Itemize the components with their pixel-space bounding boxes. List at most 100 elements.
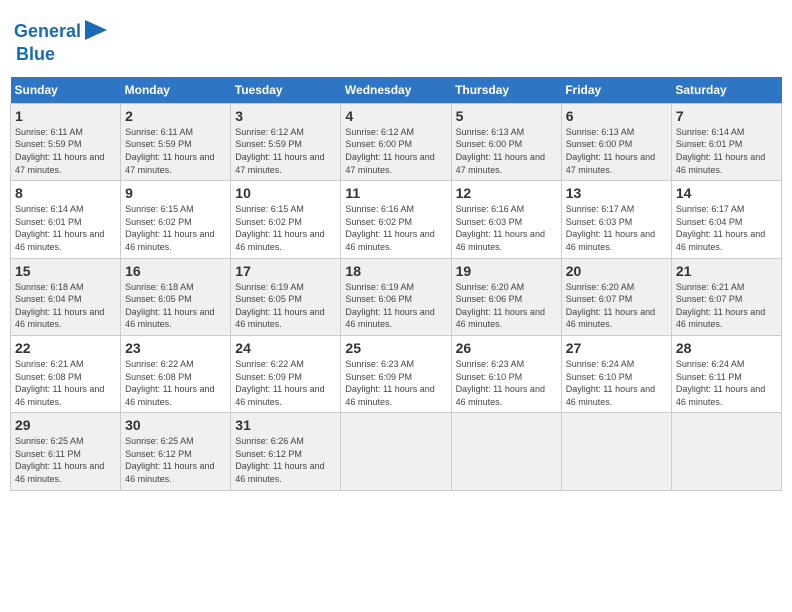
day-number: 16 [125,263,226,279]
day-number: 28 [676,340,777,356]
day-info: Sunrise: 6:17 AMSunset: 6:04 PMDaylight:… [676,203,777,253]
calendar-cell: 20 Sunrise: 6:20 AMSunset: 6:07 PMDaylig… [561,258,671,335]
day-number: 15 [15,263,116,279]
day-info: Sunrise: 6:21 AMSunset: 6:07 PMDaylight:… [676,281,777,331]
day-number: 26 [456,340,557,356]
day-info: Sunrise: 6:17 AMSunset: 6:03 PMDaylight:… [566,203,667,253]
calendar-cell: 27 Sunrise: 6:24 AMSunset: 6:10 PMDaylig… [561,335,671,412]
day-number: 12 [456,185,557,201]
day-info: Sunrise: 6:13 AMSunset: 6:00 PMDaylight:… [456,126,557,176]
day-number: 10 [235,185,336,201]
weekday-header: Wednesday [341,77,451,104]
calendar-cell: 24 Sunrise: 6:22 AMSunset: 6:09 PMDaylig… [231,335,341,412]
day-info: Sunrise: 6:14 AMSunset: 6:01 PMDaylight:… [15,203,116,253]
calendar-cell: 2 Sunrise: 6:11 AMSunset: 5:59 PMDayligh… [121,103,231,180]
day-number: 9 [125,185,226,201]
day-number: 30 [125,417,226,433]
day-number: 21 [676,263,777,279]
calendar-cell: 19 Sunrise: 6:20 AMSunset: 6:06 PMDaylig… [451,258,561,335]
calendar-week-row: 8 Sunrise: 6:14 AMSunset: 6:01 PMDayligh… [11,181,782,258]
day-info: Sunrise: 6:12 AMSunset: 5:59 PMDaylight:… [235,126,336,176]
calendar-cell: 1 Sunrise: 6:11 AMSunset: 5:59 PMDayligh… [11,103,121,180]
calendar-cell: 13 Sunrise: 6:17 AMSunset: 6:03 PMDaylig… [561,181,671,258]
day-number: 1 [15,108,116,124]
day-number: 13 [566,185,667,201]
day-number: 14 [676,185,777,201]
weekday-header: Tuesday [231,77,341,104]
day-info: Sunrise: 6:25 AMSunset: 6:11 PMDaylight:… [15,435,116,485]
calendar-cell: 21 Sunrise: 6:21 AMSunset: 6:07 PMDaylig… [671,258,781,335]
calendar-cell: 5 Sunrise: 6:13 AMSunset: 6:00 PMDayligh… [451,103,561,180]
calendar-cell: 16 Sunrise: 6:18 AMSunset: 6:05 PMDaylig… [121,258,231,335]
day-number: 29 [15,417,116,433]
day-number: 27 [566,340,667,356]
day-number: 18 [345,263,446,279]
calendar-cell: 31 Sunrise: 6:26 AMSunset: 6:12 PMDaylig… [231,413,341,490]
calendar-cell: 14 Sunrise: 6:17 AMSunset: 6:04 PMDaylig… [671,181,781,258]
day-info: Sunrise: 6:24 AMSunset: 6:10 PMDaylight:… [566,358,667,408]
day-info: Sunrise: 6:16 AMSunset: 6:03 PMDaylight:… [456,203,557,253]
calendar-cell: 12 Sunrise: 6:16 AMSunset: 6:03 PMDaylig… [451,181,561,258]
calendar-cell: 3 Sunrise: 6:12 AMSunset: 5:59 PMDayligh… [231,103,341,180]
calendar-cell: 25 Sunrise: 6:23 AMSunset: 6:09 PMDaylig… [341,335,451,412]
calendar-cell: 7 Sunrise: 6:14 AMSunset: 6:01 PMDayligh… [671,103,781,180]
day-info: Sunrise: 6:15 AMSunset: 6:02 PMDaylight:… [125,203,226,253]
day-info: Sunrise: 6:13 AMSunset: 6:00 PMDaylight:… [566,126,667,176]
day-number: 17 [235,263,336,279]
calendar-week-row: 29 Sunrise: 6:25 AMSunset: 6:11 PMDaylig… [11,413,782,490]
calendar-cell: 18 Sunrise: 6:19 AMSunset: 6:06 PMDaylig… [341,258,451,335]
day-number: 6 [566,108,667,124]
weekday-header: Monday [121,77,231,104]
calendar-cell: 10 Sunrise: 6:15 AMSunset: 6:02 PMDaylig… [231,181,341,258]
day-number: 7 [676,108,777,124]
weekday-header: Friday [561,77,671,104]
calendar-week-row: 15 Sunrise: 6:18 AMSunset: 6:04 PMDaylig… [11,258,782,335]
calendar-cell: 17 Sunrise: 6:19 AMSunset: 6:05 PMDaylig… [231,258,341,335]
day-info: Sunrise: 6:11 AMSunset: 5:59 PMDaylight:… [15,126,116,176]
day-info: Sunrise: 6:16 AMSunset: 6:02 PMDaylight:… [345,203,446,253]
calendar-cell: 8 Sunrise: 6:14 AMSunset: 6:01 PMDayligh… [11,181,121,258]
day-number: 3 [235,108,336,124]
page-header: General Blue [10,10,782,73]
day-info: Sunrise: 6:23 AMSunset: 6:09 PMDaylight:… [345,358,446,408]
calendar-cell: 30 Sunrise: 6:25 AMSunset: 6:12 PMDaylig… [121,413,231,490]
calendar-cell [671,413,781,490]
calendar-week-row: 1 Sunrise: 6:11 AMSunset: 5:59 PMDayligh… [11,103,782,180]
calendar-cell: 22 Sunrise: 6:21 AMSunset: 6:08 PMDaylig… [11,335,121,412]
day-number: 24 [235,340,336,356]
day-info: Sunrise: 6:18 AMSunset: 6:04 PMDaylight:… [15,281,116,331]
day-number: 5 [456,108,557,124]
calendar-header-row: SundayMondayTuesdayWednesdayThursdayFrid… [11,77,782,104]
day-number: 20 [566,263,667,279]
calendar-cell: 29 Sunrise: 6:25 AMSunset: 6:11 PMDaylig… [11,413,121,490]
day-number: 31 [235,417,336,433]
day-info: Sunrise: 6:11 AMSunset: 5:59 PMDaylight:… [125,126,226,176]
day-number: 23 [125,340,226,356]
day-info: Sunrise: 6:14 AMSunset: 6:01 PMDaylight:… [676,126,777,176]
calendar-cell [561,413,671,490]
calendar-cell: 26 Sunrise: 6:23 AMSunset: 6:10 PMDaylig… [451,335,561,412]
calendar-week-row: 22 Sunrise: 6:21 AMSunset: 6:08 PMDaylig… [11,335,782,412]
weekday-header: Sunday [11,77,121,104]
day-info: Sunrise: 6:12 AMSunset: 6:00 PMDaylight:… [345,126,446,176]
calendar-cell: 23 Sunrise: 6:22 AMSunset: 6:08 PMDaylig… [121,335,231,412]
day-number: 11 [345,185,446,201]
calendar-table: SundayMondayTuesdayWednesdayThursdayFrid… [10,77,782,491]
logo-text-line1: General [14,22,81,42]
day-number: 25 [345,340,446,356]
calendar-cell: 9 Sunrise: 6:15 AMSunset: 6:02 PMDayligh… [121,181,231,258]
day-info: Sunrise: 6:26 AMSunset: 6:12 PMDaylight:… [235,435,336,485]
day-number: 19 [456,263,557,279]
day-number: 4 [345,108,446,124]
weekday-header: Thursday [451,77,561,104]
day-info: Sunrise: 6:23 AMSunset: 6:10 PMDaylight:… [456,358,557,408]
weekday-header: Saturday [671,77,781,104]
day-number: 8 [15,185,116,201]
calendar-cell: 6 Sunrise: 6:13 AMSunset: 6:00 PMDayligh… [561,103,671,180]
calendar-cell [341,413,451,490]
logo-arrow-icon [85,20,107,40]
day-info: Sunrise: 6:15 AMSunset: 6:02 PMDaylight:… [235,203,336,253]
day-number: 22 [15,340,116,356]
day-info: Sunrise: 6:25 AMSunset: 6:12 PMDaylight:… [125,435,226,485]
day-info: Sunrise: 6:19 AMSunset: 6:06 PMDaylight:… [345,281,446,331]
